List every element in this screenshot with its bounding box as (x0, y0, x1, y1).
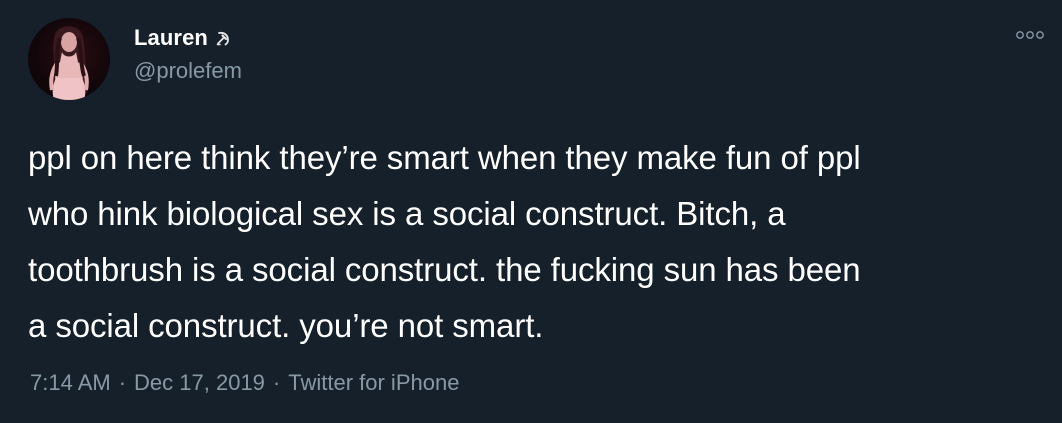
user-handle[interactable]: @prolefem (134, 58, 242, 84)
avatar-image (49, 26, 89, 100)
separator-dot: · (118, 370, 127, 395)
tweet-metadata: 7:14 AM · Dec 17, 2019 · Twitter for iPh… (30, 370, 459, 396)
more-options-icon (1015, 27, 1045, 45)
tweet-card: Lauren @prolefem ppl on here think they’… (0, 0, 1062, 423)
display-name-row[interactable]: Lauren (134, 24, 231, 52)
avatar[interactable] (28, 18, 110, 100)
more-options-button[interactable] (1013, 26, 1047, 46)
tweet-date[interactable]: Dec 17, 2019 (134, 370, 265, 396)
hammer-and-sickle-icon (215, 30, 231, 46)
display-name[interactable]: Lauren (134, 25, 208, 51)
tweet-source-link[interactable]: Twitter for iPhone (288, 370, 459, 396)
tweet-text: ppl on here think they’re smart when the… (28, 139, 861, 344)
separator-dot: · (272, 370, 281, 395)
tweet-time[interactable]: 7:14 AM (30, 370, 111, 396)
